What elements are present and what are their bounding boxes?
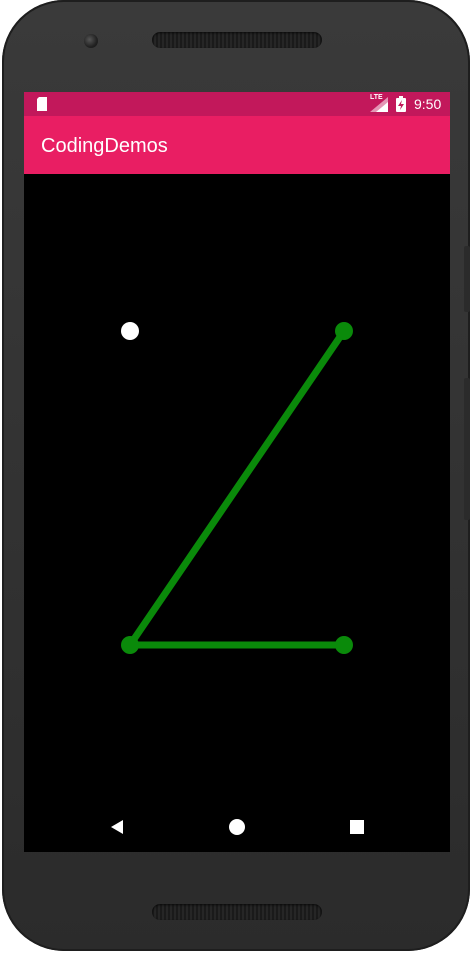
pattern-node-top-left[interactable] xyxy=(121,322,139,340)
battery-charging-icon xyxy=(396,96,406,112)
pattern-line-segment xyxy=(126,327,348,649)
power-button xyxy=(464,246,470,312)
sd-card-icon xyxy=(37,97,47,111)
back-button[interactable] xyxy=(104,814,130,840)
front-camera xyxy=(84,34,98,48)
lte-signal-icon xyxy=(370,97,388,112)
navigation-bar xyxy=(24,802,450,852)
phone-frame: LTE 9:50 CodingDemos xyxy=(2,0,470,951)
app-bar: CodingDemos xyxy=(24,116,450,174)
pattern-node-top-right[interactable] xyxy=(335,322,353,340)
volume-button xyxy=(464,378,470,520)
earpiece-speaker xyxy=(152,32,322,48)
back-icon xyxy=(111,820,123,834)
pattern-node-bottom-left[interactable] xyxy=(121,636,139,654)
home-button[interactable] xyxy=(224,814,250,840)
recents-button[interactable] xyxy=(344,814,370,840)
pattern-node-bottom-right[interactable] xyxy=(335,636,353,654)
status-bar: LTE 9:50 xyxy=(24,92,450,116)
status-time: 9:50 xyxy=(414,96,442,112)
pattern-lock-view[interactable] xyxy=(24,174,450,802)
recents-icon xyxy=(350,820,364,834)
screen: LTE 9:50 CodingDemos xyxy=(24,92,450,852)
app-title: CodingDemos xyxy=(41,135,168,157)
home-icon xyxy=(229,819,245,835)
bottom-speaker xyxy=(152,904,322,920)
